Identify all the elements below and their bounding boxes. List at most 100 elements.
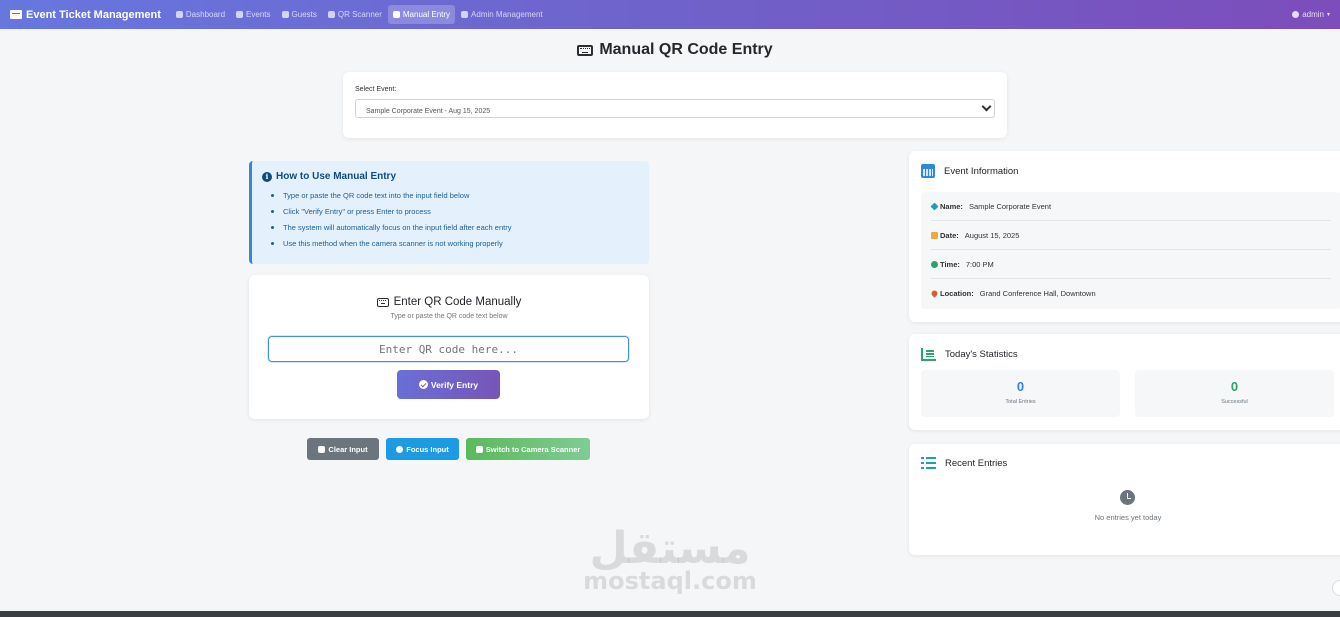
recent-entries-empty: No entries yet today — [1094, 513, 1162, 522]
event-select[interactable]: Sample Corporate Event - Aug 15, 2025 — [355, 99, 995, 118]
nav-item-label: QR Scanner — [337, 10, 382, 19]
nav-item-dashboard[interactable]: Dashboard — [171, 5, 230, 24]
nav-item-manual-entry[interactable]: Manual Entry — [387, 5, 456, 24]
switch-to-camera-label: Switch to Camera Scanner — [485, 444, 581, 454]
stat-successful: 0 Successful — [1135, 370, 1334, 417]
camera-icon — [475, 445, 483, 453]
focus-input-button[interactable]: Focus Input — [386, 438, 459, 460]
todays-statistics-card: Today's Statistics 0 Total Entries 0 Suc… — [909, 334, 1340, 430]
user-name: admin — [1302, 10, 1324, 19]
brand-label: Event Ticket Management — [26, 8, 161, 21]
clock-icon — [931, 260, 938, 268]
help-list: Type or paste the QR code text into the … — [262, 188, 639, 252]
stat-total-label: Total Entries — [1005, 399, 1036, 405]
user-menu[interactable]: admin ▾ — [1292, 10, 1330, 19]
nav-item-events[interactable]: Events — [231, 5, 275, 24]
chart-bar-icon — [921, 348, 936, 361]
nav-item-admin-management[interactable]: Admin Management — [456, 5, 548, 24]
help-alert: i How to Use Manual Entry Type or paste … — [249, 161, 649, 264]
entry-title-text: Enter QR Code Manually — [393, 296, 522, 308]
help-item: Click "Verify Entry" or press Enter to p… — [271, 204, 639, 220]
clear-input-label: Clear Input — [328, 444, 368, 454]
statistics-title-text: Today's Statistics — [945, 349, 1018, 360]
user-cog-icon — [461, 11, 469, 18]
event-info-row-time: Time: 7:00 PM — [931, 250, 1331, 279]
watermark-latin: mostaql.com — [583, 567, 757, 595]
dashboard-icon — [175, 11, 183, 18]
help-item: The system will automatically focus on t… — [271, 220, 639, 236]
event-info-title: Event Information — [921, 164, 1018, 178]
nav-item-label: Dashboard — [185, 10, 226, 19]
event-info-value: 7:00 PM — [965, 259, 994, 269]
nav-item-label: Manual Entry — [402, 10, 451, 19]
event-info-value: Sample Corporate Event — [968, 201, 1052, 211]
tag-icon — [930, 202, 939, 210]
help-title: i How to Use Manual Entry — [262, 171, 639, 182]
floating-action-icon[interactable] — [1332, 580, 1340, 596]
event-info-label: Time: — [940, 259, 960, 269]
verify-entry-label: Verify Entry — [430, 379, 479, 390]
window-bottom-bar — [0, 611, 1340, 617]
nav-item-guests[interactable]: Guests — [277, 5, 322, 24]
calendar-icon — [236, 11, 244, 18]
calendar-icon — [921, 164, 935, 178]
crosshairs-icon — [396, 445, 404, 453]
qr-code-input[interactable] — [268, 336, 629, 362]
ticket-icon — [10, 10, 22, 19]
recent-entries-title-text: Recent Entries — [945, 457, 1008, 469]
recent-entries-title: Recent Entries — [921, 457, 1007, 469]
watermark-arabic: مستقل — [589, 523, 751, 574]
camera-icon — [327, 11, 335, 18]
event-select-card: Select Event: Sample Corporate Event - A… — [343, 72, 1007, 138]
nav-item-qr-scanner[interactable]: QR Scanner — [323, 5, 387, 24]
switch-to-camera-button[interactable]: Switch to Camera Scanner — [466, 438, 590, 460]
caret-down-icon: ▾ — [1326, 12, 1330, 18]
event-info-row-name: Name: Sample Corporate Event — [930, 192, 1331, 221]
manual-entry-card: Enter QR Code Manually Type or paste the… — [249, 275, 649, 419]
event-info-label: Location: — [940, 289, 974, 298]
event-info-row-date: Date: August 15, 2025 — [931, 221, 1331, 250]
page-title-text: Manual QR Code Entry — [599, 41, 773, 58]
event-info-label: Name: — [940, 201, 963, 211]
user-icon — [1292, 11, 1300, 18]
verify-entry-button[interactable]: Verify Entry — [397, 370, 500, 399]
entry-subtitle: Type or paste the QR code text below — [390, 313, 508, 320]
event-info-label: Date: — [940, 230, 959, 240]
event-info-value: August 15, 2025 — [964, 230, 1020, 240]
keyboard-icon — [392, 11, 400, 18]
event-select-label: Select Event: — [355, 86, 397, 93]
help-item: Use this method when the camera scanner … — [271, 236, 639, 252]
keyboard-icon — [376, 297, 389, 307]
info-icon: i — [262, 171, 272, 182]
help-title-text: How to Use Manual Entry — [276, 171, 397, 182]
check-circle-icon — [418, 380, 428, 389]
users-icon — [281, 11, 289, 18]
focus-input-label: Focus Input — [406, 444, 449, 454]
recent-entries-card: Recent Entries No entries yet today — [909, 444, 1340, 555]
event-info-title-text: Event Information — [944, 165, 1019, 177]
event-info-card: Event Information Name: Sample Corporate… — [909, 151, 1340, 322]
help-item: Type or paste the QR code text into the … — [271, 188, 639, 204]
calendar-icon — [931, 231, 938, 239]
list-icon — [921, 457, 936, 469]
clear-input-button[interactable]: Clear Input — [307, 438, 379, 460]
top-navbar: Event Ticket Management Dashboard Events… — [0, 0, 1340, 29]
eraser-icon — [318, 445, 326, 453]
brand-link[interactable]: Event Ticket Management — [10, 9, 161, 21]
event-info-row-location: Location: Grand Conference Hall, Downtow… — [930, 279, 1331, 308]
event-select-value: Sample Corporate Event - Aug 15, 2025 — [366, 108, 491, 115]
page-title: Manual QR Code Entry — [0, 41, 1340, 59]
map-marker-icon — [930, 289, 939, 298]
event-info-list: Name: Sample Corporate Event Date: Augus… — [921, 192, 1340, 309]
chevron-down-icon — [981, 101, 992, 112]
statistics-title: Today's Statistics — [921, 348, 1018, 361]
stat-success-label: Successful — [1221, 399, 1248, 405]
keyboard-icon — [577, 44, 594, 56]
watermark-logo: مستقل mostaql.com — [560, 523, 780, 595]
clock-icon — [1120, 490, 1135, 505]
stat-total-value: 0 — [1016, 379, 1025, 394]
nav-item-label: Events — [246, 10, 271, 19]
nav-item-label: Admin Management — [471, 10, 543, 19]
stat-total-entries: 0 Total Entries — [921, 370, 1120, 417]
nav-item-label: Guests — [291, 10, 317, 19]
